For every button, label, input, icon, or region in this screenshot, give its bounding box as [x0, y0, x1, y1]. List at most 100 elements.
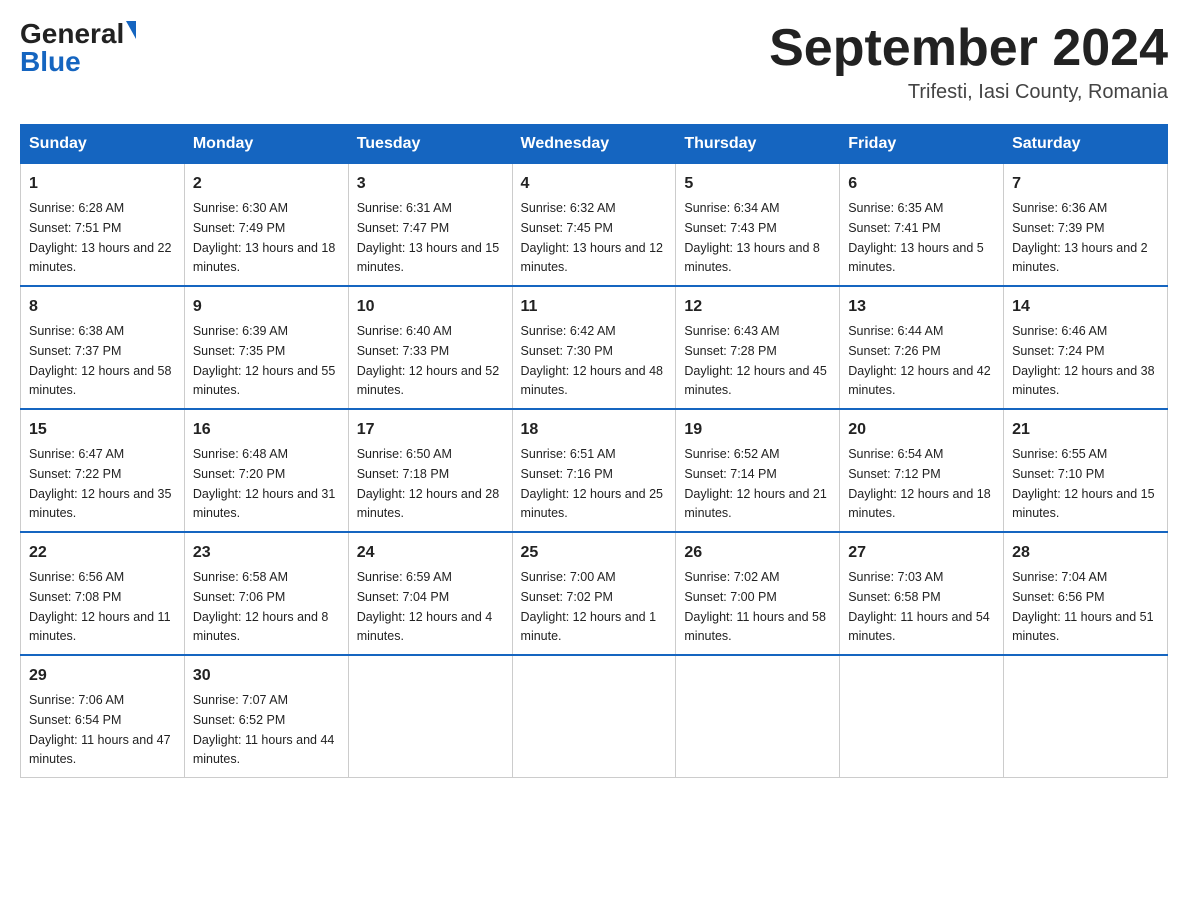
calendar-subtitle: Trifesti, Iasi County, Romania [769, 81, 1168, 104]
day-number: 24 [357, 541, 504, 565]
calendar-cell: 5 Sunrise: 6:34 AMSunset: 7:43 PMDayligh… [676, 164, 840, 287]
day-number: 26 [684, 541, 831, 565]
day-info: Sunrise: 6:56 AMSunset: 7:08 PMDaylight:… [29, 570, 171, 643]
calendar-week-1: 1 Sunrise: 6:28 AMSunset: 7:51 PMDayligh… [21, 164, 1168, 287]
day-info: Sunrise: 7:07 AMSunset: 6:52 PMDaylight:… [193, 693, 335, 766]
calendar-cell [1004, 655, 1168, 778]
calendar-cell: 25 Sunrise: 7:00 AMSunset: 7:02 PMDaylig… [512, 532, 676, 655]
day-info: Sunrise: 6:44 AMSunset: 7:26 PMDaylight:… [848, 324, 990, 397]
title-block: September 2024 Trifesti, Iasi County, Ro… [769, 20, 1168, 104]
day-header-saturday: Saturday [1004, 125, 1168, 164]
calendar-cell [840, 655, 1004, 778]
day-info: Sunrise: 6:31 AMSunset: 7:47 PMDaylight:… [357, 201, 499, 274]
calendar-cell: 13 Sunrise: 6:44 AMSunset: 7:26 PMDaylig… [840, 286, 1004, 409]
calendar-cell: 17 Sunrise: 6:50 AMSunset: 7:18 PMDaylig… [348, 409, 512, 532]
calendar-cell: 8 Sunrise: 6:38 AMSunset: 7:37 PMDayligh… [21, 286, 185, 409]
calendar-cell [348, 655, 512, 778]
day-info: Sunrise: 6:42 AMSunset: 7:30 PMDaylight:… [521, 324, 663, 397]
day-info: Sunrise: 6:39 AMSunset: 7:35 PMDaylight:… [193, 324, 335, 397]
day-info: Sunrise: 6:51 AMSunset: 7:16 PMDaylight:… [521, 447, 663, 520]
calendar-cell: 22 Sunrise: 6:56 AMSunset: 7:08 PMDaylig… [21, 532, 185, 655]
calendar-cell [512, 655, 676, 778]
calendar-cell: 29 Sunrise: 7:06 AMSunset: 6:54 PMDaylig… [21, 655, 185, 778]
day-header-sunday: Sunday [21, 125, 185, 164]
calendar-cell: 18 Sunrise: 6:51 AMSunset: 7:16 PMDaylig… [512, 409, 676, 532]
day-number: 22 [29, 541, 176, 565]
day-info: Sunrise: 6:59 AMSunset: 7:04 PMDaylight:… [357, 570, 493, 643]
day-number: 2 [193, 172, 340, 196]
day-number: 19 [684, 418, 831, 442]
logo: General Blue [20, 20, 136, 76]
day-number: 3 [357, 172, 504, 196]
calendar-cell: 14 Sunrise: 6:46 AMSunset: 7:24 PMDaylig… [1004, 286, 1168, 409]
calendar-cell: 30 Sunrise: 7:07 AMSunset: 6:52 PMDaylig… [184, 655, 348, 778]
day-number: 1 [29, 172, 176, 196]
day-header-monday: Monday [184, 125, 348, 164]
calendar-week-4: 22 Sunrise: 6:56 AMSunset: 7:08 PMDaylig… [21, 532, 1168, 655]
day-info: Sunrise: 7:00 AMSunset: 7:02 PMDaylight:… [521, 570, 657, 643]
day-number: 25 [521, 541, 668, 565]
day-info: Sunrise: 6:34 AMSunset: 7:43 PMDaylight:… [684, 201, 820, 274]
calendar-cell: 3 Sunrise: 6:31 AMSunset: 7:47 PMDayligh… [348, 164, 512, 287]
day-number: 21 [1012, 418, 1159, 442]
day-number: 11 [521, 295, 668, 319]
day-info: Sunrise: 6:50 AMSunset: 7:18 PMDaylight:… [357, 447, 499, 520]
day-info: Sunrise: 6:58 AMSunset: 7:06 PMDaylight:… [193, 570, 329, 643]
day-info: Sunrise: 7:02 AMSunset: 7:00 PMDaylight:… [684, 570, 826, 643]
calendar-cell: 24 Sunrise: 6:59 AMSunset: 7:04 PMDaylig… [348, 532, 512, 655]
calendar-cell: 12 Sunrise: 6:43 AMSunset: 7:28 PMDaylig… [676, 286, 840, 409]
calendar-cell: 21 Sunrise: 6:55 AMSunset: 7:10 PMDaylig… [1004, 409, 1168, 532]
calendar-cell: 7 Sunrise: 6:36 AMSunset: 7:39 PMDayligh… [1004, 164, 1168, 287]
calendar-cell: 1 Sunrise: 6:28 AMSunset: 7:51 PMDayligh… [21, 164, 185, 287]
day-info: Sunrise: 6:36 AMSunset: 7:39 PMDaylight:… [1012, 201, 1148, 274]
calendar-cell: 20 Sunrise: 6:54 AMSunset: 7:12 PMDaylig… [840, 409, 1004, 532]
day-info: Sunrise: 6:52 AMSunset: 7:14 PMDaylight:… [684, 447, 826, 520]
day-number: 5 [684, 172, 831, 196]
calendar-cell: 6 Sunrise: 6:35 AMSunset: 7:41 PMDayligh… [840, 164, 1004, 287]
calendar-header: SundayMondayTuesdayWednesdayThursdayFrid… [21, 125, 1168, 164]
day-info: Sunrise: 6:47 AMSunset: 7:22 PMDaylight:… [29, 447, 171, 520]
calendar-week-5: 29 Sunrise: 7:06 AMSunset: 6:54 PMDaylig… [21, 655, 1168, 778]
day-header-wednesday: Wednesday [512, 125, 676, 164]
day-header-row: SundayMondayTuesdayWednesdayThursdayFrid… [21, 125, 1168, 164]
day-info: Sunrise: 6:43 AMSunset: 7:28 PMDaylight:… [684, 324, 826, 397]
day-number: 17 [357, 418, 504, 442]
day-number: 18 [521, 418, 668, 442]
calendar-cell: 28 Sunrise: 7:04 AMSunset: 6:56 PMDaylig… [1004, 532, 1168, 655]
day-info: Sunrise: 6:30 AMSunset: 7:49 PMDaylight:… [193, 201, 335, 274]
day-info: Sunrise: 7:04 AMSunset: 6:56 PMDaylight:… [1012, 570, 1154, 643]
logo-general-text: General [20, 20, 124, 48]
logo-blue-text: Blue [20, 48, 81, 76]
day-number: 6 [848, 172, 995, 196]
day-number: 14 [1012, 295, 1159, 319]
day-info: Sunrise: 7:03 AMSunset: 6:58 PMDaylight:… [848, 570, 990, 643]
calendar-cell: 19 Sunrise: 6:52 AMSunset: 7:14 PMDaylig… [676, 409, 840, 532]
calendar-week-3: 15 Sunrise: 6:47 AMSunset: 7:22 PMDaylig… [21, 409, 1168, 532]
day-info: Sunrise: 6:28 AMSunset: 7:51 PMDaylight:… [29, 201, 171, 274]
calendar-cell: 15 Sunrise: 6:47 AMSunset: 7:22 PMDaylig… [21, 409, 185, 532]
calendar-cell: 9 Sunrise: 6:39 AMSunset: 7:35 PMDayligh… [184, 286, 348, 409]
day-info: Sunrise: 6:48 AMSunset: 7:20 PMDaylight:… [193, 447, 335, 520]
day-info: Sunrise: 6:46 AMSunset: 7:24 PMDaylight:… [1012, 324, 1154, 397]
day-info: Sunrise: 6:35 AMSunset: 7:41 PMDaylight:… [848, 201, 984, 274]
calendar-cell: 26 Sunrise: 7:02 AMSunset: 7:00 PMDaylig… [676, 532, 840, 655]
day-number: 15 [29, 418, 176, 442]
calendar-cell: 23 Sunrise: 6:58 AMSunset: 7:06 PMDaylig… [184, 532, 348, 655]
day-number: 9 [193, 295, 340, 319]
day-number: 4 [521, 172, 668, 196]
day-number: 16 [193, 418, 340, 442]
day-number: 28 [1012, 541, 1159, 565]
calendar-title: September 2024 [769, 20, 1168, 77]
calendar-body: 1 Sunrise: 6:28 AMSunset: 7:51 PMDayligh… [21, 164, 1168, 778]
calendar-table: SundayMondayTuesdayWednesdayThursdayFrid… [20, 124, 1168, 778]
logo-arrow-icon [126, 21, 136, 39]
day-number: 7 [1012, 172, 1159, 196]
day-info: Sunrise: 6:32 AMSunset: 7:45 PMDaylight:… [521, 201, 663, 274]
calendar-week-2: 8 Sunrise: 6:38 AMSunset: 7:37 PMDayligh… [21, 286, 1168, 409]
day-header-tuesday: Tuesday [348, 125, 512, 164]
day-number: 10 [357, 295, 504, 319]
day-info: Sunrise: 7:06 AMSunset: 6:54 PMDaylight:… [29, 693, 171, 766]
calendar-cell: 4 Sunrise: 6:32 AMSunset: 7:45 PMDayligh… [512, 164, 676, 287]
day-header-friday: Friday [840, 125, 1004, 164]
day-number: 27 [848, 541, 995, 565]
